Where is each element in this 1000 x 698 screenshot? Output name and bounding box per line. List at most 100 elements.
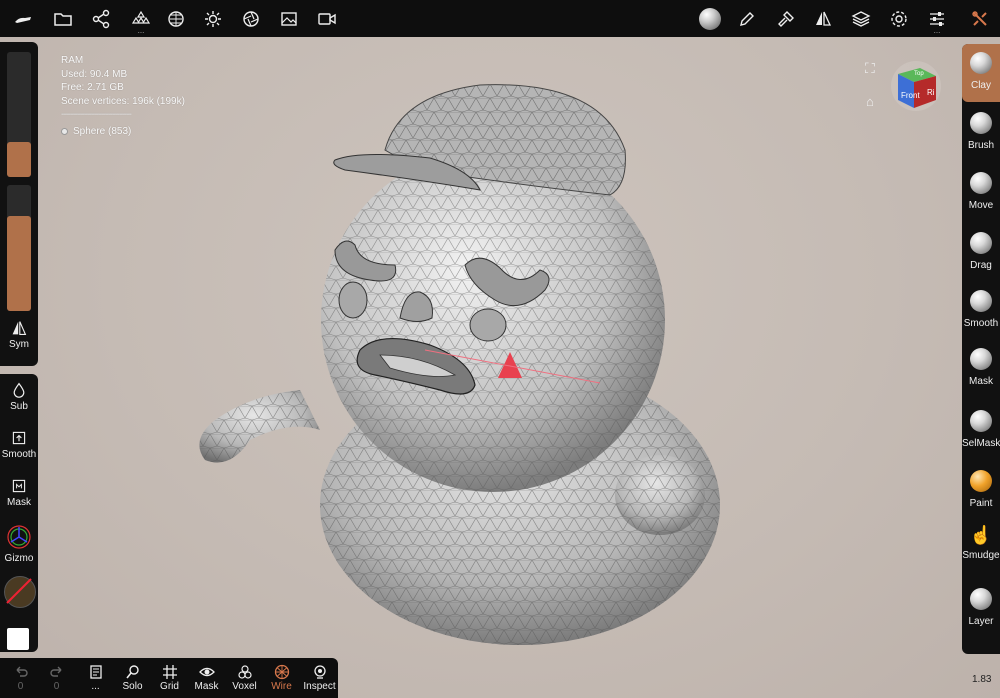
version-label: 1.83 [972, 674, 992, 685]
left-panel-tools: Sub Smooth Mask Gizmo [0, 374, 38, 652]
voxel-icon [237, 665, 252, 679]
move-icon [970, 172, 992, 194]
voxel-button[interactable]: Voxel [226, 658, 263, 698]
gizmo-icon [7, 525, 31, 549]
right-tool-panel: Clay Brush Move Drag Smooth Mask SelMask… [962, 44, 1000, 654]
tool-selmask[interactable]: SelMask [962, 402, 1000, 460]
object-name: Sphere (853) [73, 125, 132, 137]
redo-button[interactable]: 0 [38, 658, 75, 698]
hammer-icon[interactable] [768, 0, 804, 37]
tool-clay-label: Clay [970, 80, 991, 91]
top-toolbar: ... ... [0, 0, 1000, 37]
bottom-toolbar: 0 0 ... Solo Grid Mask Voxel Wire Inspec… [0, 658, 338, 698]
tool-brush[interactable]: Brush [962, 104, 1000, 162]
wire-label: Wire [271, 681, 292, 692]
tools-icon[interactable] [962, 0, 998, 37]
nav-cube-right-label: Ri [927, 88, 935, 97]
scene-vertices: Scene vertices: 196k (199k) [61, 95, 185, 107]
object-visibility-icon[interactable] [61, 127, 68, 135]
smudge-icon: ☝ [969, 524, 993, 545]
redo-count: 0 [53, 681, 60, 692]
nav-cube-top-label: Top [914, 71, 924, 77]
radius-slider-fill [7, 142, 31, 177]
drop-icon [13, 382, 25, 398]
primitives-icon[interactable]: ... [123, 0, 159, 37]
tool-paint-label: Paint [969, 498, 993, 509]
mask-visibility-button[interactable]: Mask [188, 658, 225, 698]
mask-left-button[interactable]: Mask [0, 478, 38, 508]
selmask-icon [970, 410, 992, 432]
light-icon[interactable] [195, 0, 231, 37]
layers-icon[interactable] [843, 0, 879, 37]
scene-graph-icon[interactable] [83, 0, 119, 37]
intensity-slider-fill [7, 216, 31, 311]
solo-label: Solo [122, 681, 143, 692]
inspect-icon [313, 665, 326, 679]
smooth-left-label: Smooth [1, 449, 37, 460]
search-icon [125, 665, 139, 679]
notes-label: ... [91, 681, 100, 692]
color-picker-swatch[interactable] [4, 576, 36, 608]
image-icon[interactable] [271, 0, 307, 37]
video-icon[interactable] [309, 0, 345, 37]
tool-mask[interactable]: Mask [962, 340, 1000, 398]
smooth-icon [970, 290, 992, 312]
tool-smudge[interactable]: ☝ Smudge [962, 520, 1000, 578]
paint-icon [970, 470, 992, 492]
gizmo-label: Gizmo [4, 553, 34, 564]
tool-clay[interactable]: Clay [962, 44, 1000, 102]
tool-drag-label: Drag [970, 260, 992, 271]
fullscreen-icon[interactable]: ⛶ [865, 60, 875, 77]
drag-icon [970, 232, 992, 254]
secondary-color-swatch[interactable] [7, 628, 29, 650]
intensity-slider[interactable] [7, 185, 31, 311]
tool-move[interactable]: Move [962, 164, 1000, 222]
folder-icon[interactable] [45, 0, 81, 37]
sym-button[interactable]: Sym [0, 320, 38, 350]
nav-cube[interactable]: Front Ri Top [890, 60, 942, 112]
sub-label: Sub [10, 401, 28, 412]
grid-icon [162, 665, 177, 679]
pencil-icon[interactable] [729, 0, 765, 37]
tool-smudge-label: Smudge [962, 550, 1000, 561]
undo-button[interactable]: 0 [2, 658, 39, 698]
sliders-icon[interactable]: ... [919, 0, 955, 37]
matcap-sphere-icon[interactable] [692, 0, 728, 37]
camera-aperture-icon[interactable] [233, 0, 269, 37]
brush-icon [970, 112, 992, 134]
gizmo-button[interactable]: Gizmo [0, 524, 38, 564]
arrow-up-box-icon [12, 431, 26, 445]
sym-label: Sym [9, 339, 29, 350]
tool-drag[interactable]: Drag [962, 224, 1000, 282]
mask-icon [970, 348, 992, 370]
ram-label: RAM [61, 55, 84, 66]
left-panel-sliders: Sym [0, 42, 38, 366]
material-icon[interactable] [158, 0, 194, 37]
undo-count: 0 [17, 681, 24, 692]
radius-slider[interactable] [7, 52, 31, 177]
tool-smooth[interactable]: Smooth [962, 282, 1000, 340]
tool-move-label: Move [968, 200, 994, 211]
wire-icon [274, 664, 289, 680]
scene-stats: RAM Used: 90.4 MB Free: 2.71 GB Scene ve… [61, 54, 185, 138]
tool-layer[interactable]: Layer [962, 580, 1000, 638]
tool-paint[interactable]: Paint [962, 462, 1000, 520]
symmetry-top-icon[interactable] [805, 0, 841, 37]
undo-icon [16, 666, 28, 677]
stats-separator: ------------------------------ [61, 109, 132, 120]
tool-selmask-label: SelMask [962, 438, 1000, 449]
object-entry[interactable]: Sphere (853) [61, 125, 185, 139]
notes-button[interactable]: ... [77, 658, 114, 698]
home-icon[interactable]: ⌂ [866, 94, 874, 109]
ram-used: Used: 90.4 MB [61, 68, 128, 80]
smooth-left-button[interactable]: Smooth [0, 430, 38, 460]
wire-button[interactable]: Wire [263, 658, 300, 698]
nav-cube-front-label: Front [901, 91, 920, 100]
tool-layer-label: Layer [968, 616, 994, 627]
settings-gear-icon[interactable] [881, 0, 917, 37]
grid-button[interactable]: Grid [151, 658, 188, 698]
sub-button[interactable]: Sub [0, 382, 38, 412]
inspect-button[interactable]: Inspect [301, 658, 338, 698]
solo-button[interactable]: Solo [114, 658, 151, 698]
app-logo-icon[interactable] [5, 0, 41, 37]
